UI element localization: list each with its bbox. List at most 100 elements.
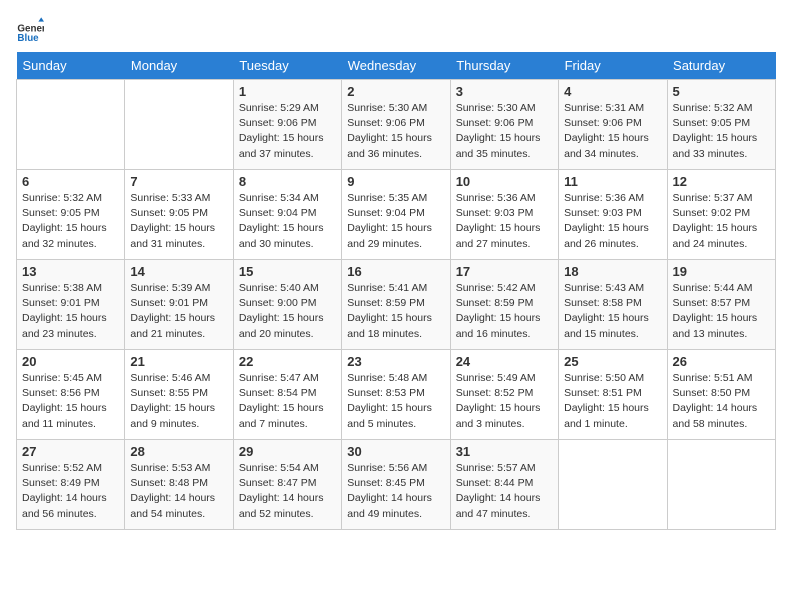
- day-info: Sunrise: 5:49 AM Sunset: 8:52 PM Dayligh…: [456, 371, 553, 432]
- day-number: 16: [347, 264, 444, 279]
- day-number: 11: [564, 174, 661, 189]
- weekday-header-friday: Friday: [559, 52, 667, 80]
- day-info: Sunrise: 5:32 AM Sunset: 9:05 PM Dayligh…: [22, 191, 119, 252]
- day-number: 20: [22, 354, 119, 369]
- calendar-cell: 9Sunrise: 5:35 AM Sunset: 9:04 PM Daylig…: [342, 170, 450, 260]
- calendar-cell: 19 Sunrise: 5:44 AM Sunset: 8:57 PM Dayli…: [667, 260, 775, 350]
- calendar-cell: 29 Sunrise: 5:54 AM Sunset: 8:47 PM Dayli…: [233, 440, 341, 530]
- calendar-cell: [667, 440, 775, 530]
- calendar-cell: 20 Sunrise: 5:45 AM Sunset: 8:56 PM Dayli…: [17, 350, 125, 440]
- calendar-cell: 14 Sunrise: 5:39 AM Sunset: 9:01 PM Dayli…: [125, 260, 233, 350]
- day-info: Sunrise: 5:40 AM Sunset: 9:00 PM Dayligh…: [239, 281, 336, 342]
- day-info: Sunrise: 5:50 AM Sunset: 8:51 PM Dayligh…: [564, 371, 661, 432]
- calendar-cell: 6 Sunrise: 5:32 AM Sunset: 9:05 PM Daylig…: [17, 170, 125, 260]
- calendar-cell: 18 Sunrise: 5:43 AM Sunset: 8:58 PM Dayli…: [559, 260, 667, 350]
- calendar-cell: [559, 440, 667, 530]
- weekday-header-tuesday: Tuesday: [233, 52, 341, 80]
- calendar-cell: 4Sunrise: 5:31 AM Sunset: 9:06 PM Daylig…: [559, 80, 667, 170]
- day-number: 5: [673, 84, 770, 99]
- calendar-cell: 26Sunrise: 5:51 AM Sunset: 8:50 PM Dayli…: [667, 350, 775, 440]
- day-info: Sunrise: 5:34 AM Sunset: 9:04 PM Dayligh…: [239, 191, 336, 252]
- day-info: Sunrise: 5:54 AM Sunset: 8:47 PM Dayligh…: [239, 461, 336, 522]
- day-info: Sunrise: 5:44 AM Sunset: 8:57 PM Dayligh…: [673, 281, 770, 342]
- week-row-4: 20 Sunrise: 5:45 AM Sunset: 8:56 PM Dayli…: [17, 350, 776, 440]
- calendar-cell: 31 Sunrise: 5:57 AM Sunset: 8:44 PM Dayli…: [450, 440, 558, 530]
- calendar-cell: 8Sunrise: 5:34 AM Sunset: 9:04 PM Daylig…: [233, 170, 341, 260]
- week-row-3: 13Sunrise: 5:38 AM Sunset: 9:01 PM Dayli…: [17, 260, 776, 350]
- calendar-cell: 23 Sunrise: 5:48 AM Sunset: 8:53 PM Dayli…: [342, 350, 450, 440]
- day-number: 29: [239, 444, 336, 459]
- day-info: Sunrise: 5:52 AM Sunset: 8:49 PM Dayligh…: [22, 461, 119, 522]
- calendar-cell: [17, 80, 125, 170]
- calendar-cell: 12 Sunrise: 5:37 AM Sunset: 9:02 PM Dayli…: [667, 170, 775, 260]
- weekday-header-saturday: Saturday: [667, 52, 775, 80]
- calendar-cell: 28Sunrise: 5:53 AM Sunset: 8:48 PM Dayli…: [125, 440, 233, 530]
- day-number: 14: [130, 264, 227, 279]
- day-number: 1: [239, 84, 336, 99]
- logo: General Blue: [16, 16, 48, 44]
- calendar-cell: 10 Sunrise: 5:36 AM Sunset: 9:03 PM Dayli…: [450, 170, 558, 260]
- calendar-cell: 11Sunrise: 5:36 AM Sunset: 9:03 PM Dayli…: [559, 170, 667, 260]
- day-number: 22: [239, 354, 336, 369]
- day-number: 6: [22, 174, 119, 189]
- calendar-cell: 25 Sunrise: 5:50 AM Sunset: 8:51 PM Dayli…: [559, 350, 667, 440]
- day-info: Sunrise: 5:48 AM Sunset: 8:53 PM Dayligh…: [347, 371, 444, 432]
- day-info: Sunrise: 5:37 AM Sunset: 9:02 PM Dayligh…: [673, 191, 770, 252]
- logo-icon: General Blue: [16, 16, 44, 44]
- week-row-1: 1 Sunrise: 5:29 AM Sunset: 9:06 PM Daylig…: [17, 80, 776, 170]
- calendar-cell: 13Sunrise: 5:38 AM Sunset: 9:01 PM Dayli…: [17, 260, 125, 350]
- weekday-header-wednesday: Wednesday: [342, 52, 450, 80]
- calendar-cell: 22Sunrise: 5:47 AM Sunset: 8:54 PM Dayli…: [233, 350, 341, 440]
- weekday-header-thursday: Thursday: [450, 52, 558, 80]
- calendar-cell: 7 Sunrise: 5:33 AM Sunset: 9:05 PM Daylig…: [125, 170, 233, 260]
- weekday-header-row: SundayMondayTuesdayWednesdayThursdayFrid…: [17, 52, 776, 80]
- day-info: Sunrise: 5:36 AM Sunset: 9:03 PM Dayligh…: [456, 191, 553, 252]
- calendar-table: SundayMondayTuesdayWednesdayThursdayFrid…: [16, 52, 776, 530]
- calendar-cell: 1 Sunrise: 5:29 AM Sunset: 9:06 PM Daylig…: [233, 80, 341, 170]
- day-info: Sunrise: 5:35 AM Sunset: 9:04 PM Dayligh…: [347, 191, 444, 252]
- day-info: Sunrise: 5:45 AM Sunset: 8:56 PM Dayligh…: [22, 371, 119, 432]
- calendar-cell: 15 Sunrise: 5:40 AM Sunset: 9:00 PM Dayli…: [233, 260, 341, 350]
- day-number: 23: [347, 354, 444, 369]
- day-number: 10: [456, 174, 553, 189]
- day-info: Sunrise: 5:41 AM Sunset: 8:59 PM Dayligh…: [347, 281, 444, 342]
- day-number: 24: [456, 354, 553, 369]
- day-info: Sunrise: 5:29 AM Sunset: 9:06 PM Dayligh…: [239, 101, 336, 162]
- day-info: Sunrise: 5:30 AM Sunset: 9:06 PM Dayligh…: [456, 101, 553, 162]
- calendar-cell: [125, 80, 233, 170]
- calendar-cell: 24 Sunrise: 5:49 AM Sunset: 8:52 PM Dayli…: [450, 350, 558, 440]
- day-number: 25: [564, 354, 661, 369]
- day-number: 4: [564, 84, 661, 99]
- day-number: 7: [130, 174, 227, 189]
- day-info: Sunrise: 5:39 AM Sunset: 9:01 PM Dayligh…: [130, 281, 227, 342]
- week-row-2: 6 Sunrise: 5:32 AM Sunset: 9:05 PM Daylig…: [17, 170, 776, 260]
- calendar-cell: 17Sunrise: 5:42 AM Sunset: 8:59 PM Dayli…: [450, 260, 558, 350]
- weekday-header-sunday: Sunday: [17, 52, 125, 80]
- day-info: Sunrise: 5:57 AM Sunset: 8:44 PM Dayligh…: [456, 461, 553, 522]
- calendar-cell: 5 Sunrise: 5:32 AM Sunset: 9:05 PM Daylig…: [667, 80, 775, 170]
- svg-text:Blue: Blue: [17, 33, 39, 44]
- calendar-cell: 27Sunrise: 5:52 AM Sunset: 8:49 PM Dayli…: [17, 440, 125, 530]
- day-number: 18: [564, 264, 661, 279]
- week-row-5: 27Sunrise: 5:52 AM Sunset: 8:49 PM Dayli…: [17, 440, 776, 530]
- weekday-header-monday: Monday: [125, 52, 233, 80]
- calendar-cell: 3Sunrise: 5:30 AM Sunset: 9:06 PM Daylig…: [450, 80, 558, 170]
- day-info: Sunrise: 5:32 AM Sunset: 9:05 PM Dayligh…: [673, 101, 770, 162]
- day-info: Sunrise: 5:30 AM Sunset: 9:06 PM Dayligh…: [347, 101, 444, 162]
- day-info: Sunrise: 5:56 AM Sunset: 8:45 PM Dayligh…: [347, 461, 444, 522]
- day-info: Sunrise: 5:51 AM Sunset: 8:50 PM Dayligh…: [673, 371, 770, 432]
- day-number: 13: [22, 264, 119, 279]
- day-info: Sunrise: 5:43 AM Sunset: 8:58 PM Dayligh…: [564, 281, 661, 342]
- day-number: 12: [673, 174, 770, 189]
- day-number: 19: [673, 264, 770, 279]
- day-number: 15: [239, 264, 336, 279]
- day-number: 31: [456, 444, 553, 459]
- header: General Blue: [16, 16, 776, 44]
- calendar-cell: 2 Sunrise: 5:30 AM Sunset: 9:06 PM Daylig…: [342, 80, 450, 170]
- calendar-cell: 30Sunrise: 5:56 AM Sunset: 8:45 PM Dayli…: [342, 440, 450, 530]
- day-number: 2: [347, 84, 444, 99]
- day-number: 21: [130, 354, 227, 369]
- calendar-cell: 21Sunrise: 5:46 AM Sunset: 8:55 PM Dayli…: [125, 350, 233, 440]
- day-info: Sunrise: 5:33 AM Sunset: 9:05 PM Dayligh…: [130, 191, 227, 252]
- day-info: Sunrise: 5:53 AM Sunset: 8:48 PM Dayligh…: [130, 461, 227, 522]
